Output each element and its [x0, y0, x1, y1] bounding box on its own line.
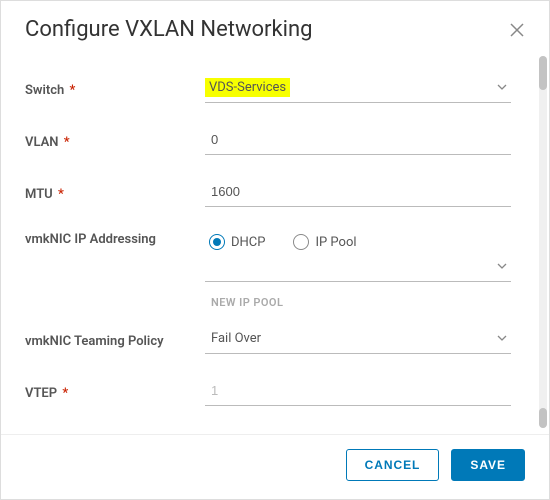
control-vtep	[205, 376, 511, 406]
radio-icon-unchecked	[293, 234, 309, 250]
control-mtu	[205, 177, 511, 207]
scrollbar[interactable]	[539, 56, 547, 428]
label-mtu-text: MTU	[25, 187, 53, 202]
row-switch: Switch * VDS-Services	[25, 62, 511, 114]
label-vlan: VLAN *	[25, 131, 205, 150]
dialog-body-wrap: Switch * VDS-Services	[1, 50, 549, 434]
required-marker: *	[70, 83, 76, 98]
label-mtu: MTU *	[25, 183, 205, 202]
label-vlan-text: VLAN	[25, 135, 58, 150]
scroll-thumb[interactable]	[539, 408, 547, 428]
row-vlan: VLAN *	[25, 114, 511, 166]
switch-select-value: VDS-Services	[205, 73, 511, 103]
vxlan-config-dialog: Configure VXLAN Networking Switch * VDS-…	[0, 0, 550, 500]
label-vtep: VTEP *	[25, 382, 205, 401]
label-switch-text: Switch	[25, 83, 64, 98]
vtep-input[interactable]	[205, 376, 511, 406]
required-marker: *	[62, 386, 68, 401]
required-marker: *	[64, 135, 70, 150]
label-switch: Switch *	[25, 79, 205, 98]
row-teaming-policy: vmkNIC Teaming Policy Fail Over	[25, 313, 511, 365]
control-vlan	[205, 125, 511, 155]
row-ip-addressing: vmkNIC IP Addressing DHCP IP Pool	[25, 218, 511, 313]
close-icon[interactable]	[509, 22, 525, 38]
control-switch: VDS-Services	[205, 73, 511, 103]
label-ip-addressing: vmkNIC IP Addressing	[25, 228, 205, 247]
teaming-policy-value: Fail Over	[205, 324, 511, 354]
new-ip-pool-label: NEW IP POOL	[205, 282, 511, 313]
dialog-header: Configure VXLAN Networking	[1, 1, 549, 50]
ip-pool-select[interactable]	[205, 252, 511, 282]
radio-ip-pool-label: IP Pool	[315, 235, 356, 250]
dialog-footer: Cancel Save	[1, 434, 549, 499]
ip-addressing-radio-group: DHCP IP Pool	[205, 230, 511, 252]
control-ip-addressing: DHCP IP Pool NEW IP POOL	[205, 230, 511, 313]
scroll-thumb[interactable]	[539, 56, 547, 90]
radio-dhcp[interactable]: DHCP	[209, 234, 265, 250]
teaming-policy-select[interactable]: Fail Over	[205, 324, 511, 354]
chevron-down-icon	[497, 335, 507, 341]
label-teaming-policy: vmkNIC Teaming Policy	[25, 330, 205, 349]
dialog-title: Configure VXLAN Networking	[25, 17, 313, 42]
radio-icon-checked	[209, 234, 225, 250]
cancel-button[interactable]: Cancel	[346, 449, 440, 481]
label-vtep-text: VTEP	[25, 386, 57, 401]
row-mtu: MTU *	[25, 166, 511, 218]
save-button[interactable]: Save	[451, 449, 525, 481]
mtu-input[interactable]	[205, 177, 511, 207]
chevron-down-icon	[497, 84, 507, 90]
switch-select[interactable]: VDS-Services	[205, 73, 511, 103]
switch-value-text: VDS-Services	[205, 78, 290, 97]
radio-ip-pool[interactable]: IP Pool	[293, 234, 356, 250]
radio-dhcp-label: DHCP	[231, 235, 265, 250]
row-vtep: VTEP *	[25, 365, 511, 417]
required-marker: *	[58, 187, 64, 202]
control-teaming-policy: Fail Over	[205, 324, 511, 354]
vlan-input[interactable]	[205, 125, 511, 155]
dialog-body: Switch * VDS-Services	[1, 50, 535, 434]
chevron-down-icon	[497, 263, 507, 269]
